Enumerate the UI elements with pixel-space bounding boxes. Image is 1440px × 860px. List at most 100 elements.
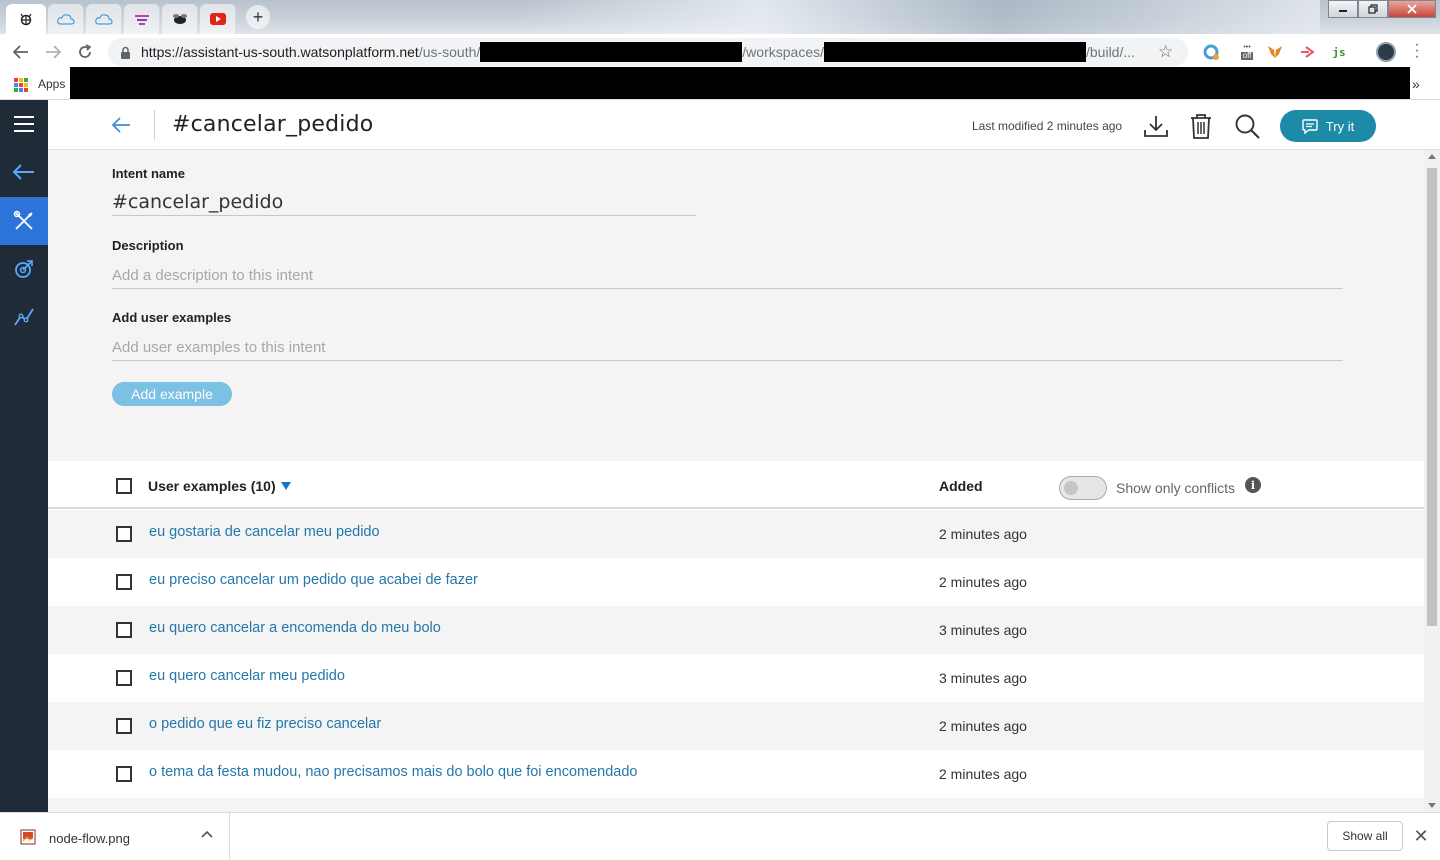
last-modified-text: Last modified 2 minutes ago <box>972 119 1123 133</box>
new-tab-button[interactable]: + <box>246 5 270 29</box>
rail-item-improve[interactable] <box>0 245 48 293</box>
table-row <box>48 798 1424 812</box>
restore-icon <box>1368 4 1378 14</box>
select-all-checkbox[interactable] <box>116 478 132 494</box>
cloud-icon <box>94 14 113 25</box>
apps-bookmark-label[interactable]: Apps <box>38 77 65 91</box>
info-icon[interactable]: i <box>1245 477 1261 493</box>
description-input[interactable] <box>112 263 1343 289</box>
target-arrow-icon <box>15 260 33 278</box>
rail-back-button[interactable] <box>0 148 48 196</box>
browser-menu-icon[interactable]: · · · <box>1412 37 1422 65</box>
lock-icon <box>121 46 130 59</box>
download-file-name: node-flow.png <box>49 831 130 846</box>
reload-icon <box>79 44 92 58</box>
scroll-up-icon[interactable] <box>1428 154 1436 159</box>
bookmark-star-icon[interactable]: ☆ <box>1158 42 1173 62</box>
trash-icon[interactable] <box>1188 113 1214 139</box>
sort-caret-icon[interactable] <box>281 482 291 490</box>
redacted-block <box>480 42 743 62</box>
page-header: #cancelar_pedido Last modified 2 minutes… <box>48 100 1440 150</box>
table-row: o tema da festa mudou, nao precisamos ma… <box>48 750 1424 798</box>
apps-grid-icon[interactable] <box>14 78 28 92</box>
browser-toolbar: https://assistant-us-south.watsonplatfor… <box>0 34 1440 70</box>
cloud-icon <box>56 14 75 25</box>
example-text[interactable]: o tema da festa mudou, nao precisamos ma… <box>149 764 637 780</box>
example-text[interactable]: eu preciso cancelar um pedido que acabei… <box>149 572 478 588</box>
table-row: o pedido que eu fiz preciso cancelar 2 m… <box>48 702 1424 750</box>
added-time: 3 minutes ago <box>939 622 1027 638</box>
row-checkbox[interactable] <box>116 766 132 782</box>
minimize-button[interactable] <box>1328 0 1358 18</box>
extension-chrome-icon[interactable] <box>1202 44 1220 60</box>
try-it-button[interactable]: Try it <box>1280 110 1376 142</box>
arrow-right-icon <box>46 45 61 59</box>
url-text: https://assistant-us-south.watsonplatfor… <box>141 42 1135 62</box>
bookmarks-overflow-icon[interactable]: » <box>1412 76 1420 92</box>
show-conflicts-label: Show only conflicts <box>1116 480 1236 496</box>
url-path-workspaces: /workspaces/ <box>742 44 824 60</box>
row-checkbox[interactable] <box>116 574 132 590</box>
scroll-down-icon[interactable] <box>1428 803 1436 808</box>
user-examples-header[interactable]: User examples (10) <box>148 478 276 494</box>
example-text[interactable]: eu gostaria de cancelar meu pedido <box>149 524 380 540</box>
tools-icon <box>13 210 33 230</box>
add-example-button[interactable]: Add example <box>112 382 232 406</box>
rail-item-build[interactable] <box>0 197 48 245</box>
browser-tab-youtube[interactable] <box>200 4 236 34</box>
example-text[interactable]: o pedido que eu fiz preciso cancelar <box>149 716 381 732</box>
extension-share-icon[interactable] <box>1298 44 1316 60</box>
back-button[interactable] <box>10 42 32 62</box>
profile-avatar[interactable] <box>1376 42 1396 62</box>
hamburger-icon <box>14 116 34 132</box>
url-path-region: /us-south/ <box>418 44 481 60</box>
metamask-fox-icon[interactable] <box>1266 44 1284 60</box>
window-controls <box>1328 0 1436 18</box>
download-item[interactable]: node-flow.png <box>0 813 230 860</box>
extension-js-icon[interactable]: js <box>1330 44 1348 60</box>
row-checkbox[interactable] <box>116 670 132 686</box>
browser-tab-cloud-1[interactable] <box>48 4 84 34</box>
table-row: eu gostaria de cancelar meu pedido 2 min… <box>48 510 1424 558</box>
browser-tab-active[interactable] <box>6 4 46 34</box>
close-icon[interactable]: ✕ <box>1412 827 1430 845</box>
added-time: 2 minutes ago <box>939 526 1027 542</box>
extension-off-icon[interactable]: ••• off <box>1238 44 1256 60</box>
conflicts-toggle[interactable] <box>1059 476 1107 500</box>
search-icon[interactable] <box>1234 113 1260 139</box>
show-all-button[interactable]: Show all <box>1327 821 1403 851</box>
line-chart-icon <box>14 308 34 326</box>
arrow-left-icon <box>13 164 34 180</box>
rail-item-analytics[interactable] <box>0 293 48 341</box>
forward-button[interactable] <box>42 42 64 62</box>
window-close-button[interactable] <box>1388 0 1436 18</box>
browser-tab-bee[interactable] <box>162 4 198 34</box>
tabstrip-background <box>520 0 1320 34</box>
page-title: #cancelar_pedido <box>172 112 374 137</box>
close-icon <box>1407 4 1417 14</box>
reload-button[interactable] <box>74 42 96 62</box>
user-example-input[interactable] <box>112 335 1343 361</box>
added-column-header[interactable]: Added <box>939 478 983 494</box>
chevron-up-icon[interactable] <box>200 827 214 841</box>
restore-button[interactable] <box>1358 0 1388 18</box>
row-checkbox[interactable] <box>116 718 132 734</box>
scrollbar-thumb[interactable] <box>1427 168 1437 626</box>
address-bar[interactable]: https://assistant-us-south.watsonplatfor… <box>108 38 1188 66</box>
page-scrollbar[interactable] <box>1424 150 1440 812</box>
example-text[interactable]: eu quero cancelar a encomenda do meu bol… <box>149 620 441 636</box>
browser-tab-extension[interactable] <box>124 4 160 34</box>
toggle-knob <box>1064 481 1078 495</box>
row-checkbox[interactable] <box>116 622 132 638</box>
browser-tab-cloud-2[interactable] <box>86 4 122 34</box>
back-arrow-icon[interactable] <box>110 115 132 135</box>
example-text[interactable]: eu quero cancelar meu pedido <box>149 668 345 684</box>
url-host: https://assistant-us-south.watsonplatfor… <box>141 44 419 60</box>
extension-off-badge: off <box>1240 51 1254 60</box>
add-examples-label: Add user examples <box>112 310 232 325</box>
download-icon[interactable] <box>1143 113 1169 139</box>
intent-form: Intent name Description Add user example… <box>48 150 1424 461</box>
hamburger-menu-button[interactable] <box>0 100 48 148</box>
intent-name-input[interactable] <box>112 188 696 216</box>
row-checkbox[interactable] <box>116 526 132 542</box>
